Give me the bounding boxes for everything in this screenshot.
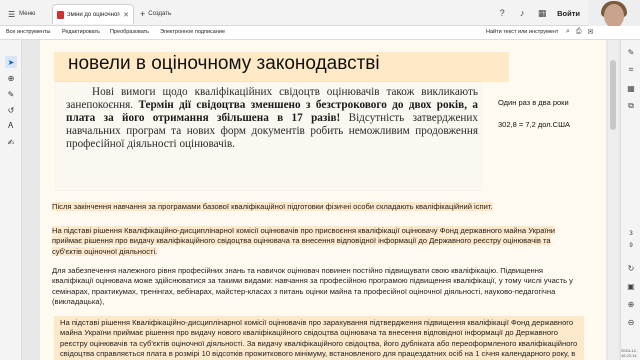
scanned-paragraph: Нові вимоги щодо кваліфікаційних свідоцт… [66, 86, 478, 151]
paragraph-exam: Після закінчення навчання за програмами … [52, 202, 568, 212]
print-icon[interactable]: ⎙ [576, 28, 582, 36]
bookmark-icon[interactable]: ⌗ [625, 64, 637, 76]
close-tab-icon[interactable]: ✕ [123, 11, 129, 19]
scanned-text-image: Нові вимоги щодо кваліфікаційних свідоцт… [56, 82, 481, 190]
slide-title: новели в оціночному законодавстві [68, 53, 380, 74]
new-tab-label: Создать [148, 11, 172, 17]
home-tab-label: Меню [19, 11, 36, 17]
loop-draw-icon[interactable]: ↺ [5, 104, 17, 116]
paragraph-exam-text: Після закінчення навчання за програмами … [52, 202, 493, 211]
document-tab[interactable]: Зміни до оціночного ... ✕ [52, 4, 134, 24]
zoom-icon[interactable]: ⊕ [5, 72, 17, 84]
person-face [604, 4, 624, 28]
bell-icon[interactable]: ♪ [517, 8, 527, 18]
right-tool-rail: ✎ ⌗ ▦ ⧉ 3 9 ↻ ▣ ⊕ ⊖ 2024-12-16 22:14 [620, 40, 640, 360]
current-page[interactable]: 3 [625, 228, 637, 240]
page-indicator: 3 9 [625, 228, 637, 252]
mail-icon[interactable]: ✉ [588, 28, 594, 36]
system-clock: 2024-12-16 22:14 [621, 348, 638, 358]
search-icon[interactable]: ⌕ [566, 28, 570, 36]
tab-bar: ☰ Меню Зміни до оціночного ... ✕ + Созда… [0, 0, 640, 26]
side-note: Один раз в два роки [498, 98, 569, 107]
all-tools-button[interactable]: Все инструменты [6, 29, 50, 35]
paragraph-new-certificate: На підставі рішення Кваліфікаційно-дисци… [60, 318, 578, 360]
edit-button[interactable]: Редактировать [62, 29, 100, 35]
convert-button[interactable]: Преобразовать [110, 29, 149, 35]
select-cursor-icon[interactable]: ➤ [5, 56, 17, 68]
home-tab[interactable]: ☰ Меню [4, 5, 39, 23]
apps-grid-icon[interactable]: ▦ [537, 8, 547, 18]
paragraph-qualification: Для забезпечення належного рівня професі… [52, 266, 573, 306]
sign-in-button[interactable]: Войти [557, 9, 580, 18]
pages-grid-icon[interactable]: ▦ [625, 82, 637, 94]
left-tool-rail: ➤ ⊕ ✎ ↺ Ꭺ ✍ [0, 40, 22, 360]
help-icon[interactable]: ? [497, 8, 507, 18]
attachments-icon[interactable]: ⧉ [625, 100, 637, 112]
comment-icon[interactable]: ✎ [625, 46, 637, 58]
document-page: новели в оціночному законодавстві Нові в… [40, 40, 606, 360]
edit-text-icon[interactable]: ✍ [5, 136, 17, 148]
pen-icon[interactable]: ✎ [5, 88, 17, 100]
esign-button[interactable]: Электронное подписание [160, 29, 225, 35]
save-icon[interactable]: ▣ [625, 280, 637, 292]
refresh-icon[interactable]: ↻ [625, 262, 637, 274]
zoom-in-icon[interactable]: ⊕ [625, 298, 637, 310]
pdf-file-icon [57, 10, 64, 19]
document-tab-title: Зміни до оціночного ... [67, 11, 121, 18]
scrollbar-thumb[interactable] [610, 60, 616, 130]
text-select-icon[interactable]: Ꭺ [5, 120, 17, 132]
main-toolbar: Все инструменты Редактировать Преобразов… [0, 26, 640, 40]
new-tab-button[interactable]: + Создать [140, 6, 171, 22]
plus-icon: + [140, 9, 146, 19]
paragraph-certificate: На підставі рішення Кваліфікаційно-дисци… [52, 226, 568, 257]
paragraph-certificate-text: На підставі рішення Кваліфікаційно-дисци… [52, 226, 555, 256]
vertical-scrollbar[interactable] [608, 40, 618, 360]
zoom-out-icon[interactable]: ⊖ [625, 316, 637, 328]
total-pages: 9 [629, 243, 633, 249]
search-tools-field[interactable]: Найти текст или инструмент [486, 29, 558, 35]
top-right-controls: ? ♪ ▦ Войти [497, 4, 580, 22]
side-calculation: 302,8 = 7,2 дол.США [498, 120, 570, 129]
menu-icon: ☰ [8, 9, 16, 19]
